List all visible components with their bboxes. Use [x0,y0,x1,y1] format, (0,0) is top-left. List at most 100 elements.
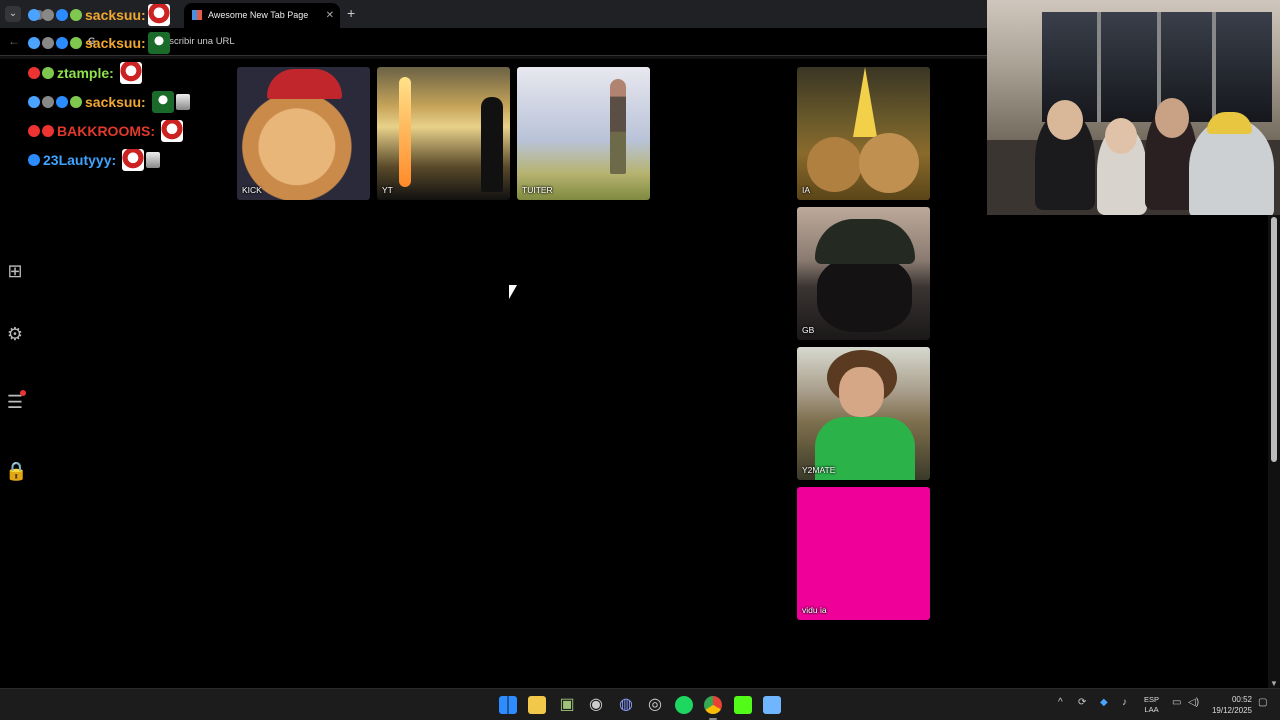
yellow-cap-image [1207,112,1252,134]
omnibox[interactable]: G o escribir una URL [78,32,978,52]
chat-username: sacksuu: [85,93,146,110]
microphone-icon[interactable]: ♪ [1122,697,1127,708]
santa-emote-icon [147,4,170,26]
green-badge-icon [70,9,82,21]
head-image [1155,98,1189,138]
cat-image [859,133,919,193]
game-app-icon[interactable]: ▣ [557,694,577,714]
tab-title: Awesome New Tab Page [208,10,309,20]
keyboard-layout: LAA [1144,705,1159,714]
sword-badge-icon [28,37,40,49]
tile-label: Y2MATE [802,465,836,475]
tab-search-button[interactable]: ⌄ [5,6,21,22]
cube-badge-icon [28,153,40,166]
black-cat-image [817,257,912,332]
tile-vidu-ia[interactable]: vidu ia [797,487,930,620]
red-badge-icon [28,124,40,137]
discord-icon[interactable]: ◍ [616,694,636,714]
chat-username: sacksuu: [85,35,146,51]
sync-icon[interactable]: ⟳ [1078,697,1086,708]
notepad-icon[interactable] [763,696,781,714]
chat-username: sacksuu: [85,7,146,23]
chat-overlay-address: sacksuu: [28,32,170,54]
add-tile-icon[interactable]: ⊞ [5,261,25,281]
head-image [1105,118,1137,154]
cube-badge-icon [56,9,68,21]
eiffel-tower-image [853,67,877,137]
kick-icon[interactable] [734,696,752,714]
tile-label: YT [382,185,393,195]
chevron-up-icon[interactable]: ^ [1058,697,1063,708]
language-indicator[interactable]: ESP LAA [1144,695,1159,715]
tile-y2mate[interactable]: Y2MATE [797,347,930,480]
chat-username: BAKKROOMS: [57,122,155,139]
tile-label: TUITER [522,185,553,195]
gray-badge-icon [42,37,54,49]
tile-ia[interactable]: IA [797,67,930,200]
chrome-icon[interactable] [704,696,722,714]
dog-cap-image [267,69,342,99]
head-image [1047,100,1083,140]
language-code: ESP [1144,695,1160,704]
red-badge-icon [28,66,40,79]
volume-icon[interactable]: ◁) [1188,697,1199,708]
new-tab-button[interactable]: + [347,5,355,21]
soldier-silhouette-image [481,97,503,192]
network-icon[interactable]: ▭ [1172,697,1181,708]
chat-message: sacksuu: [28,87,228,116]
cube-badge-icon [56,95,68,108]
steam-icon[interactable]: ◉ [586,694,606,714]
spotify-icon[interactable] [675,696,693,714]
close-icon[interactable]: ✕ [326,3,334,28]
sword-badge-icon [28,95,40,108]
vertical-scrollbar[interactable]: ▼ [1268,215,1280,688]
webcam-overlay [987,0,1280,215]
sword-badge-icon [28,9,40,21]
clock[interactable]: 00:52 19/12/2025 [1206,694,1252,716]
santa-emote-icon [122,148,145,171]
scrollbar-thumb[interactable] [1271,217,1277,462]
green-badge-icon [70,95,82,108]
tile-label: vidu ia [802,605,827,615]
widgets-icon[interactable]: ☰ [5,390,26,412]
green-badge-icon [42,66,54,79]
taskbar: ▣ ◉ ◍ ◎ ^ ⟳ ◆ ♪ ESP LAA ▭ ◁) 00:52 19/12… [0,688,1280,720]
fire-image [399,77,411,187]
face-image [839,367,884,417]
scroll-down-icon[interactable]: ▼ [1270,679,1278,688]
tab-active[interactable]: Awesome New Tab Page ✕ [184,3,340,28]
gray-badge-icon [42,9,54,21]
chat-badges [28,153,40,166]
obs-icon[interactable]: ◎ [645,694,665,714]
chat-message: ztample: [28,58,228,87]
back-arrow-icon[interactable]: ← [8,34,20,48]
tile-label: KICK [242,185,262,195]
santa-emote-icon [119,61,142,84]
tab-favicon [192,10,202,20]
chat-username: ztample: [57,64,114,81]
chat-badges [28,95,82,108]
gray-badge-icon [42,95,54,108]
floating-man-image [610,79,626,174]
lock-icon[interactable]: 🔒 [5,461,27,481]
chat-overlay: ztample: sacksuu: BAKKROOMS: 23Lautyyy: [28,58,228,174]
chat-badges [28,37,82,49]
cap-image [815,219,915,264]
gear-icon[interactable]: ⚙ [5,324,25,344]
chat-badges [28,66,54,79]
tile-tuiter[interactable]: TUITER [517,67,650,200]
drink-emote-icon [146,151,161,168]
chat-username: 23Lautyyy: [43,151,117,168]
tile-kick[interactable]: KICK [237,67,370,200]
windows-start-icon[interactable] [499,696,517,714]
security-icon[interactable]: ◆ [1100,697,1108,708]
chat-message: 23Lautyyy: [28,145,228,174]
tile-gb[interactable]: GB [797,207,930,340]
tile-yt[interactable]: YT [377,67,510,200]
santa-emote-icon [161,119,183,142]
notifications-icon[interactable]: ▢ [1258,697,1267,708]
file-explorer-icon[interactable] [528,696,546,714]
cat-image [807,137,862,192]
tile-label: IA [802,185,811,195]
grinch-emote-icon [151,90,174,113]
